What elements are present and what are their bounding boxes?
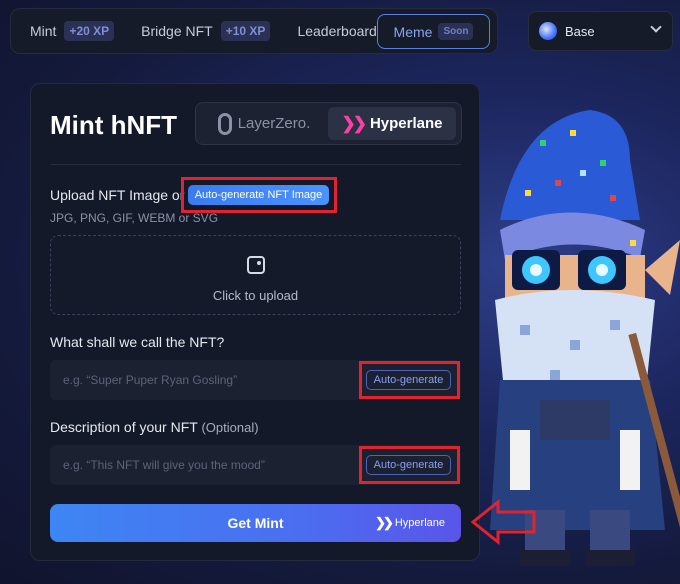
nav-tab-mint[interactable]: Mint +20 XP [30,21,115,41]
dropzone-text: Click to upload [212,288,299,303]
bridge-option-label: Hyperlane [369,115,443,132]
chain-base-icon [539,22,557,40]
nft-description-placeholder: e.g. “This NFT will give you the mood” [63,458,265,472]
get-mint-button[interactable]: Get Mint ❯❯ Hyperlane [50,504,461,542]
hyperlane-icon: ❯❯ [341,113,366,133]
bridge-option-layerzero[interactable]: LayerZero. [202,107,326,140]
bridge-option-hyperlane[interactable]: ❯❯ Hyperlane [328,107,456,140]
annotation-highlight [359,446,460,484]
image-upload-icon [247,256,265,274]
bridge-option-label: LayerZero. [237,115,311,132]
top-nav: Mint +20 XP Bridge NFT +10 XP Leaderboar… [10,8,498,54]
nft-name-placeholder: e.g. “Super Puper Ryan Gosling” [63,373,238,387]
nav-tab-meme[interactable]: Meme Soon [377,14,490,49]
annotation-arrow-icon [470,498,536,546]
hyperlane-icon: ❯❯ [375,515,394,530]
layerzero-icon [217,112,232,135]
xp-badge: +20 XP [64,21,115,41]
page-title: Mint hNFT [50,110,178,140]
bridge-provider-toggle: LayerZero. ❯❯ Hyperlane [195,102,462,145]
optional-tag: (Optional) [201,420,259,435]
soon-badge: Soon [438,23,474,40]
mint-provider-label: Hyperlane [394,517,445,529]
description-label-text: Description of your NFT [50,419,198,435]
upload-formats: JPG, PNG, GIF, WEBM or SVG [50,211,219,225]
upload-label: Upload NFT Image or [50,187,185,203]
image-dropzone[interactable]: Click to upload [50,235,461,315]
chevron-down-icon [650,21,662,33]
mint-card: Mint hNFT LayerZero. ❯❯ Hyperlane Upload… [30,83,480,561]
nav-tab-bridge[interactable]: Bridge NFT +10 XP [141,21,271,41]
xp-badge: +10 XP [220,21,271,41]
divider [50,164,461,165]
nav-tab-bridge-label: Bridge NFT [141,23,213,39]
annotation-highlight [181,177,337,213]
chain-selected-label: Base [565,23,595,39]
description-field-label: Description of your NFT (Optional) [50,419,259,435]
nav-tab-leaderboard[interactable]: Leaderboard [297,23,376,39]
mint-provider: ❯❯ Hyperlane [375,515,445,531]
annotation-highlight [359,361,460,399]
nav-tab-meme-label: Meme [393,23,433,40]
name-field-label: What shall we call the NFT? [50,334,225,350]
nav-tab-leaderboard-label: Leaderboard [297,23,377,39]
chain-selector[interactable]: Base [528,11,673,51]
nav-tab-mint-label: Mint [30,23,57,39]
